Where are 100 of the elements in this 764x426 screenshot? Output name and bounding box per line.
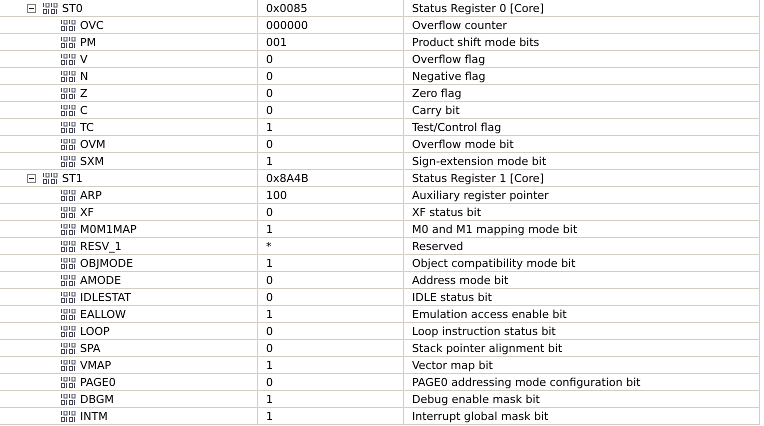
binary-icon (61, 190, 77, 200)
field-value: 0 (266, 324, 273, 338)
binary-icon (43, 172, 59, 184)
field-name: OVC (80, 18, 104, 32)
binary-icon (61, 394, 77, 404)
binary-icon (61, 258, 77, 268)
field-name: OVM (80, 138, 106, 150)
field-name: INTM (80, 410, 108, 422)
field-name: RESV_1 (80, 240, 122, 252)
field-description: Reserved (412, 240, 464, 252)
field-description: Sign-extension mode bit (412, 154, 546, 168)
field-value: 0 (266, 86, 273, 100)
field-description: Debug enable mask bit (412, 392, 540, 406)
binary-icon (61, 104, 77, 116)
field-description: Interrupt global mask bit (412, 410, 548, 422)
field-description: Product shift mode bits (412, 36, 540, 48)
field-description: Overflow counter (412, 18, 507, 32)
field-value: 0 (266, 138, 273, 150)
field-name: OBJMODE (80, 256, 134, 270)
field-value: 0 (266, 342, 273, 354)
field-description: XF status bit (412, 206, 482, 218)
field-description: Overflow mode bit (412, 138, 514, 150)
binary-icon (61, 360, 77, 370)
binary-icon (61, 240, 77, 252)
binary-icon (61, 376, 77, 388)
field-name: ARP (80, 188, 102, 202)
field-description: Carry bit (412, 104, 460, 116)
binary-icon (61, 342, 77, 354)
field-value: 0 (266, 274, 273, 286)
field-description: Stack pointer alignment bit (412, 342, 562, 354)
field-description: Zero flag (412, 86, 462, 100)
field-value: 1 (266, 222, 273, 236)
binary-icon (61, 206, 77, 218)
field-value: 100 (266, 188, 287, 202)
binary-icon (61, 326, 77, 336)
field-name: DBGM (80, 392, 114, 406)
field-description: Auxiliary register pointer (412, 188, 549, 202)
field-value: 1 (266, 392, 273, 406)
binary-icon (61, 292, 77, 302)
field-value: 0 (266, 70, 273, 82)
field-value: 0 (266, 376, 273, 388)
field-name: TC (80, 120, 94, 134)
binary-icon (61, 88, 77, 98)
field-value: 1 (266, 120, 273, 134)
collapse-toggle[interactable] (27, 4, 36, 12)
field-value: 1 (266, 154, 273, 168)
binary-icon (61, 70, 77, 82)
field-value: 1 (266, 308, 273, 320)
field-name: VMAP (80, 358, 112, 372)
field-name: V (80, 52, 88, 66)
binary-icon (61, 36, 77, 48)
field-name: LOOP (80, 324, 110, 338)
binary-icon (43, 2, 59, 14)
field-name: EALLOW (80, 308, 126, 320)
binary-icon (61, 308, 77, 320)
collapse-toggle[interactable] (27, 174, 36, 182)
register-description: Status Register 0 [Core] (412, 2, 544, 14)
binary-icon (61, 274, 77, 286)
register-value: 0x8A4B (266, 172, 309, 184)
field-description: Test/Control flag (412, 120, 502, 134)
field-description: Address mode bit (412, 274, 508, 286)
field-name: C (80, 104, 88, 116)
register-name: ST0 (62, 2, 83, 14)
field-description: M0 and M1 mapping mode bit (412, 222, 578, 236)
binary-icon (61, 20, 77, 30)
field-name: XF (80, 206, 94, 218)
field-name: AMODE (80, 274, 122, 286)
field-name: PAGE0 (80, 376, 116, 388)
field-description: Vector map bit (412, 358, 493, 372)
field-name: N (80, 70, 88, 82)
field-value: 000000 (266, 18, 308, 32)
field-description: PAGE0 addressing mode configuration bit (412, 376, 640, 388)
field-name: IDLESTAT (80, 290, 132, 304)
binary-icon (61, 138, 77, 150)
register-value: 0x0085 (266, 2, 308, 14)
field-name: Z (80, 86, 88, 100)
field-value: 1 (266, 410, 273, 422)
field-value: 1 (266, 358, 273, 372)
field-name: PM (80, 36, 96, 48)
field-description: Loop instruction status bit (412, 324, 556, 338)
field-value: * (266, 240, 272, 252)
register-description: Status Register 1 [Core] (412, 172, 544, 184)
field-value: 0 (266, 290, 273, 304)
field-name: M0M1MAP (80, 222, 137, 236)
field-value: 0 (266, 206, 273, 218)
binary-icon (61, 156, 77, 166)
field-description: Negative flag (412, 70, 486, 82)
field-name: SXM (80, 154, 104, 168)
field-value: 1 (266, 256, 273, 270)
field-value: 001 (266, 36, 287, 48)
register-name: ST1 (62, 172, 83, 184)
binary-icon (61, 224, 77, 234)
field-name: SPA (80, 342, 100, 354)
binary-icon (61, 122, 77, 132)
binary-icon (61, 54, 77, 64)
field-description: Emulation access enable bit (412, 308, 567, 320)
field-description: IDLE status bit (412, 290, 492, 304)
field-value: 0 (266, 104, 273, 116)
field-value: 0 (266, 52, 273, 66)
field-description: Object compatibility mode bit (412, 256, 576, 270)
